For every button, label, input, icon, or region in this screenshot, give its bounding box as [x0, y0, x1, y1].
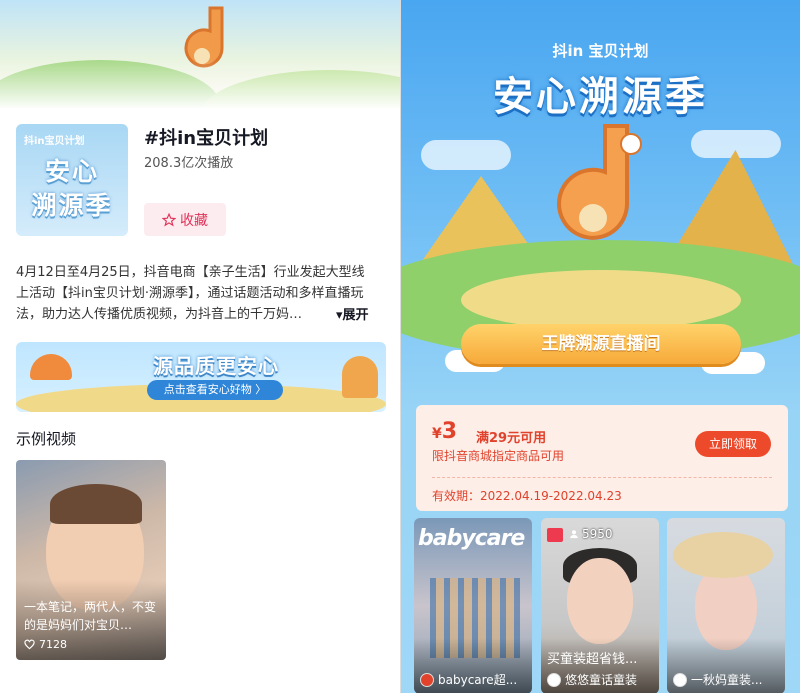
claim-coupon-button[interactable]: 立即领取 — [695, 431, 771, 457]
coupon-amount: ¥3 — [432, 419, 457, 444]
topic-cover-image[interactable]: 抖in宝贝计划 安心 溯源季 — [16, 124, 128, 236]
stream-title: 买童装超省钱... — [547, 652, 638, 667]
viewer-count-text: 5950 — [582, 527, 613, 541]
avatar — [673, 672, 687, 687]
live-stream-card[interactable]: 5950 买童装超省钱... 悠悠童话童装 — [541, 518, 659, 693]
coupon-condition: 满29元可用 — [476, 431, 547, 446]
header-banner-illustration — [0, 0, 400, 108]
avatar — [420, 672, 434, 687]
campaign-brand: 抖in 宝贝计划 — [552, 42, 649, 60]
topic-play-count: 208.3亿次播放 — [144, 156, 234, 171]
mushroom-house-icon — [342, 356, 378, 398]
cover-title-line2: 溯源季 — [31, 191, 113, 220]
promo-banner[interactable]: 源品质更安心 点击查看安心好物 〉 — [16, 342, 386, 412]
brand-logo-text: babycare — [418, 526, 525, 551]
cloud — [421, 140, 511, 170]
live-badge-icon — [547, 528, 563, 542]
cover-brand-text: 抖in宝贝计划 — [24, 136, 85, 147]
campaign-page: 抖in 宝贝计划 安心溯源季 王牌溯源直播间 ¥3 满29元可用 限抖音商城指定… — [401, 0, 800, 693]
author-name: 悠悠童话童装 — [565, 673, 638, 687]
heart-icon — [24, 639, 35, 650]
video-thumbnail-hair — [50, 484, 142, 524]
campaign-title: 安心溯源季 — [493, 74, 708, 120]
expand-label: 展开 — [342, 308, 369, 323]
favorite-label: 收藏 — [180, 212, 208, 229]
field — [461, 270, 741, 330]
viewer-count: 5950 — [569, 527, 613, 541]
douyin-note-icon — [557, 124, 642, 240]
stream-thumbnail-hat — [673, 532, 773, 578]
favorite-button[interactable]: 收藏 — [144, 203, 226, 236]
stream-author: 悠悠童话童装 — [547, 671, 637, 688]
expand-button[interactable]: ▾展开 — [334, 304, 369, 323]
topic-description: 4月12日至4月25日，抖音电商【亲子生活】行业发起大型线上活动【抖in宝贝计划… — [16, 265, 365, 322]
topic-title: #抖in宝贝计划 — [144, 128, 269, 149]
mushroom-house-icon — [30, 354, 72, 380]
section-title: 示例视频 — [16, 430, 77, 448]
stream-author: 一秋妈童装... — [673, 671, 762, 688]
star-icon — [162, 212, 176, 227]
stream-thumbnail-face — [567, 558, 633, 644]
promo-link-button[interactable]: 点击查看安心好物 〉 — [147, 380, 283, 400]
coupon-card: ¥3 满29元可用 限抖音商城指定商品可用 立即领取 有效期：2022.04.1… — [416, 405, 788, 511]
author-name: 一秋妈童装... — [691, 673, 763, 687]
coupon-validity: 有效期：2022.04.19-2022.04.23 — [432, 489, 622, 503]
coupon-currency: ¥ — [432, 426, 442, 442]
banner-fade — [0, 60, 400, 108]
coupon-scope: 限抖音商城指定商品可用 — [432, 449, 565, 463]
person-icon — [570, 530, 578, 539]
video-caption: 一本笔记，两代人，不变的是妈妈们对宝贝… — [24, 600, 157, 632]
example-video-card[interactable]: 一本笔记，两代人，不变的是妈妈们对宝贝… 7128 — [16, 460, 166, 660]
promo-title: 源品质更安心 — [153, 354, 279, 378]
live-stream-card[interactable]: babycare babycare超... — [414, 518, 532, 693]
author-name: babycare超... — [438, 673, 518, 687]
stream-author: babycare超... — [420, 671, 517, 688]
live-room-button[interactable]: 王牌溯源直播间 — [461, 324, 741, 364]
coupon-divider — [432, 477, 772, 478]
avatar — [547, 672, 561, 687]
coupon-value: 3 — [441, 419, 458, 444]
like-count-text: 7128 — [39, 638, 67, 651]
cover-title-line1: 安心 — [44, 157, 99, 186]
video-like-count: 7128 — [24, 638, 67, 651]
topic-page: 抖in宝贝计划 安心 溯源季 #抖in宝贝计划 208.3亿次播放 收藏 4月1… — [0, 0, 400, 693]
live-stream-card[interactable]: 一秋妈童装... — [667, 518, 785, 693]
